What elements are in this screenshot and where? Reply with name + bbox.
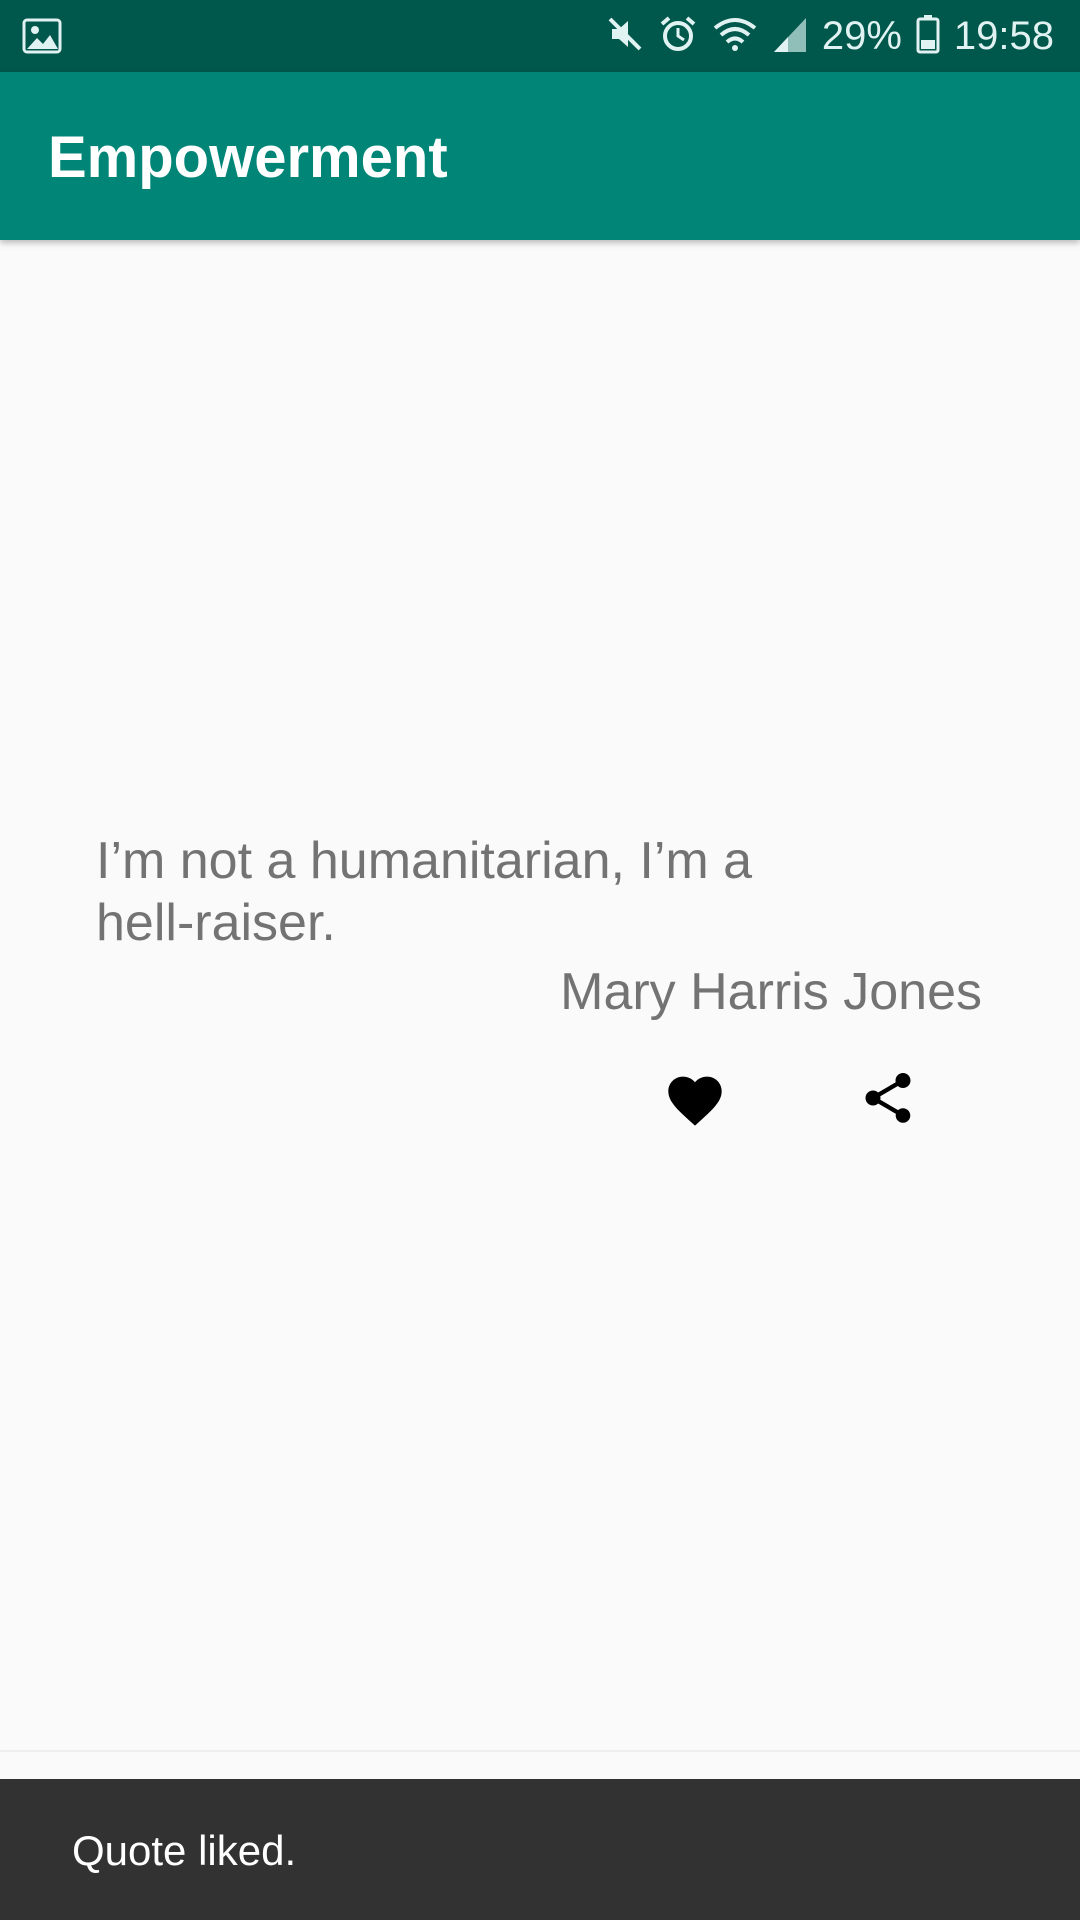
like-button[interactable] [645,1050,745,1150]
battery-icon [916,14,940,59]
signal-icon [772,14,808,59]
app-title: Empowerment [48,125,448,190]
share-button[interactable] [838,1050,938,1150]
alarm-icon [658,14,698,59]
wifi-icon [712,14,758,59]
quote-content: I’m not a humanitarian, I’m a hell-raise… [0,240,1080,1760]
gallery-notification-icon [22,16,62,61]
clock: 19:58 [953,13,1054,58]
snackbar: Quote liked. [0,1779,1080,1920]
battery-percent: 29% [821,13,902,58]
bottom-divider [0,1750,1080,1752]
heart-icon [663,1068,727,1133]
status-icons: 29% 19:58 [606,0,1054,72]
quote-text: I’m not a humanitarian, I’m a hell-raise… [96,832,753,952]
snackbar-message: Quote liked. [72,1827,297,1874]
mute-icon [606,15,644,58]
app-bar: Empowerment [0,72,1080,240]
share-icon [858,1066,918,1135]
status-bar: 29% 19:58 [0,0,1080,72]
quote-author: Mary Harris Jones [560,963,982,1021]
